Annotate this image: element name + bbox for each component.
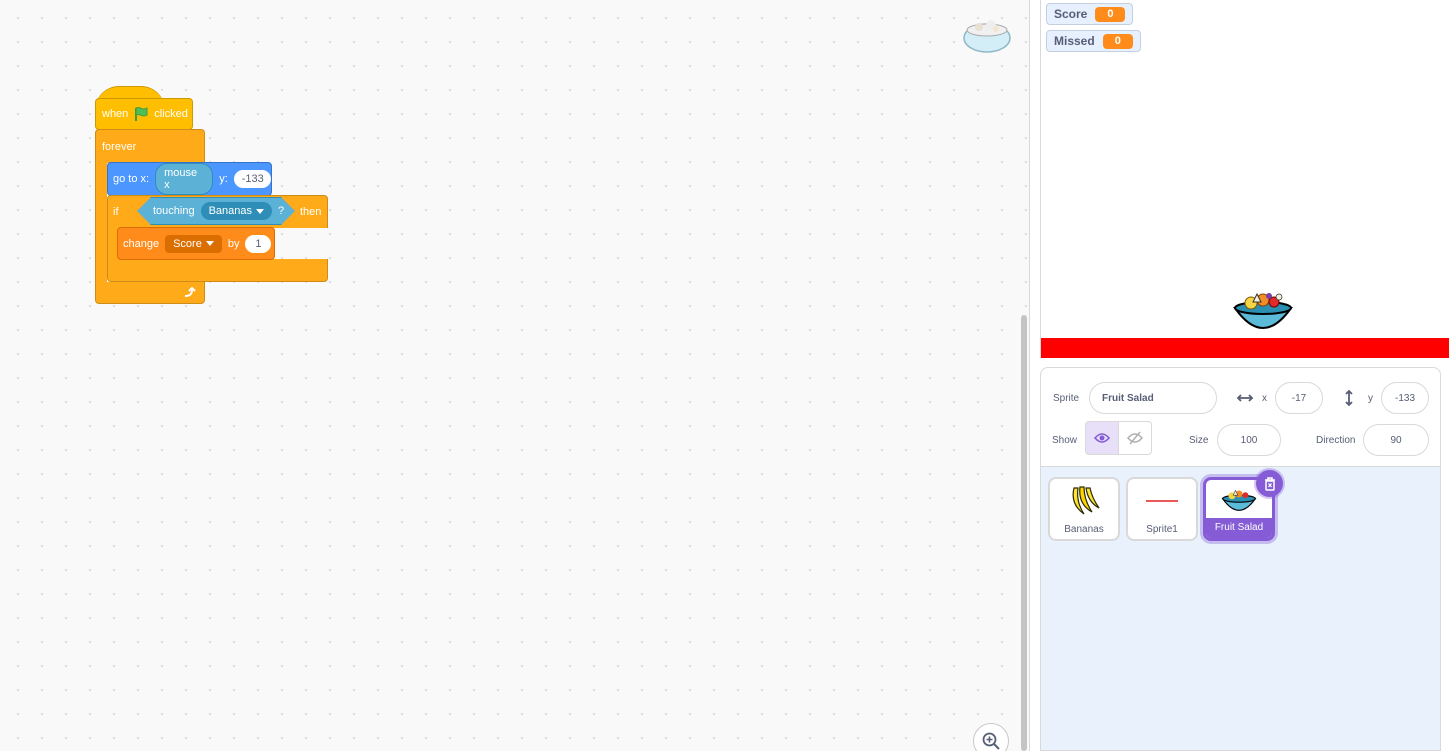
x-input[interactable]: -17 [1275, 382, 1323, 414]
green-flag-icon [135, 107, 148, 121]
change-variable-block[interactable]: change Score by 1 [117, 227, 275, 260]
chevron-down-icon [205, 241, 214, 246]
red-line-sprite[interactable] [1041, 338, 1449, 358]
eye-hidden-icon [1127, 431, 1143, 445]
delete-sprite-button[interactable] [1256, 470, 1283, 497]
forever-block-bottom[interactable] [95, 282, 205, 304]
trash-icon [1264, 477, 1275, 491]
touching-label: touching [153, 205, 195, 217]
sprite-name-input[interactable]: Fruit Salad [1089, 382, 1217, 414]
vertical-scrollbar[interactable] [1021, 315, 1027, 751]
monitor-value: 0 [1095, 6, 1126, 22]
sprite-tile-name: Fruit Salad [1206, 518, 1272, 538]
then-label: then [300, 206, 322, 218]
sprite-label: Sprite [1053, 393, 1080, 404]
touching-target-dropdown[interactable]: Bananas [201, 202, 272, 220]
fruit-bowl-icon [963, 20, 1011, 53]
show-sprite-button[interactable] [1085, 421, 1119, 455]
sprite-tile-name: Bananas [1064, 524, 1104, 535]
variable-value: Score [173, 237, 202, 250]
red-line-icon [1146, 500, 1178, 502]
if-block-bottom [107, 259, 328, 282]
variable-dropdown[interactable]: Score [165, 234, 222, 253]
go-to-xy-block[interactable]: go to x: mouse x y: -133 [107, 162, 272, 196]
by-label: by [227, 237, 240, 250]
monitor-label: Score [1054, 7, 1088, 21]
monitor-label: Missed [1054, 34, 1095, 48]
y-label: y [1368, 393, 1373, 404]
show-label: Show [1052, 435, 1078, 446]
sprite-thumbnail [1050, 479, 1118, 523]
eye-icon [1094, 433, 1110, 443]
question-mark: ? [278, 205, 285, 217]
hide-sprite-button[interactable] [1118, 421, 1152, 455]
direction-input[interactable]: 90 [1363, 424, 1429, 456]
vertical-arrows-icon [1345, 389, 1353, 407]
monitor-value: 0 [1102, 33, 1133, 49]
go-to-x-label: go to x: [113, 173, 150, 185]
sprite-tile-bananas[interactable]: Bananas [1048, 477, 1120, 541]
forever-block[interactable]: forever [95, 129, 205, 163]
zoom-in-button[interactable] [973, 723, 1009, 751]
sprite-tile-sprite1[interactable]: Sprite1 [1126, 477, 1198, 541]
loop-arrow-icon [184, 286, 196, 297]
zoom-in-icon [982, 732, 1000, 750]
touching-target-value: Bananas [208, 205, 253, 217]
y-input[interactable]: -133 [1381, 382, 1429, 414]
fruit-bowl-icon [1233, 292, 1293, 329]
horizontal-arrows-icon [1236, 394, 1254, 402]
missed-monitor[interactable]: Missed 0 [1046, 30, 1141, 52]
fruit-bowl-icon [1221, 489, 1257, 511]
direction-label: Direction [1316, 435, 1356, 446]
forever-label: forever [102, 140, 137, 153]
fruit-salad-sprite[interactable] [1231, 288, 1295, 336]
change-amount-input[interactable]: 1 [245, 234, 272, 253]
x-label: x [1262, 393, 1267, 404]
when-flag-clicked-block[interactable]: when clicked [95, 98, 193, 130]
y-input[interactable]: -133 [233, 170, 271, 188]
sprite-thumbnail [1128, 479, 1196, 523]
size-label: Size [1189, 435, 1209, 446]
forever-block-arm [95, 162, 107, 283]
code-area[interactable]: when clicked forever go to x: mouse x y:… [0, 0, 1030, 751]
touching-block[interactable]: touching Bananas ? [137, 197, 295, 225]
size-input[interactable]: 100 [1217, 424, 1281, 456]
mouse-x-reporter[interactable]: mouse x [155, 163, 214, 195]
clicked-label: clicked [154, 108, 188, 120]
when-label: when [102, 108, 129, 120]
score-monitor[interactable]: Score 0 [1046, 3, 1134, 25]
bananas-icon [1072, 486, 1100, 515]
change-label: change [123, 237, 160, 250]
sprite-tile-name: Sprite1 [1146, 524, 1178, 535]
current-sprite-thumbnail [962, 16, 1012, 54]
y-label: y: [219, 173, 228, 185]
if-label: if [113, 206, 119, 218]
chevron-down-icon [256, 209, 264, 214]
